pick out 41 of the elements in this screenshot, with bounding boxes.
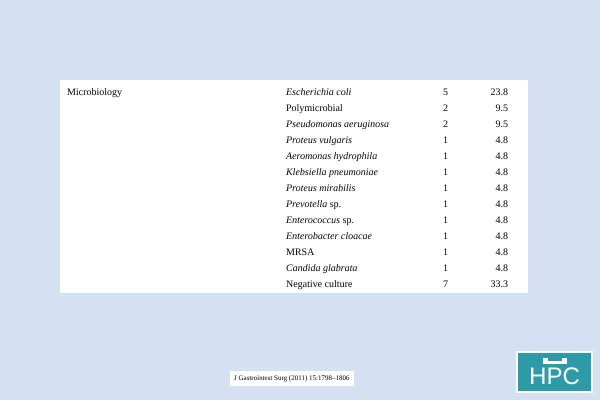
percent-cell-text: 9.5 xyxy=(494,118,508,132)
percent-cell-text: 4.8 xyxy=(494,214,508,228)
percent-cell-text: 4.8 xyxy=(494,198,508,212)
organism-cell-text: Candida glabrata xyxy=(286,262,358,276)
organism-cell-text: Polymicrobial xyxy=(286,102,344,116)
count-cell-text: 1 xyxy=(442,198,448,212)
count-cell-text: 1 xyxy=(442,150,448,164)
organism-cell-text: Proteus mirabilis xyxy=(286,182,356,196)
organism-cell-text: Escherichia coli xyxy=(286,86,352,100)
logo-text: HPC xyxy=(529,364,580,390)
organism-cell-text: Klebsiella pneumoniae xyxy=(286,166,379,180)
organism-cell-text: Enterobacter cloacae xyxy=(286,230,373,244)
count-cell-text: 7 xyxy=(442,278,448,292)
count-cell-text: 1 xyxy=(442,214,448,228)
count-cell-text: 2 xyxy=(442,102,448,116)
count-cell-text: 5 xyxy=(442,86,448,100)
count-cell-text: 1 xyxy=(442,262,448,276)
organism-cell-text: Enterococcus sp. xyxy=(286,214,355,228)
percent-cell-text: 4.8 xyxy=(494,134,508,148)
organism-cell-text: Negative culture xyxy=(286,278,354,292)
percent-cell-text: 9.5 xyxy=(494,102,508,116)
percent-cell-text: 4.8 xyxy=(494,166,508,180)
percent-cell-text: 4.8 xyxy=(494,262,508,276)
count-cell-text: 1 xyxy=(442,246,448,260)
count-cell-text: 1 xyxy=(442,134,448,148)
organism-cell-text: Pseudomonas aeruginosa xyxy=(286,118,390,132)
percent-cell-text: 4.8 xyxy=(494,182,508,196)
percent-cell-text: 4.8 xyxy=(494,246,508,260)
percent-cell-text: 4.8 xyxy=(494,230,508,244)
count-cell-text: 1 xyxy=(442,182,448,196)
percent-cell-text: 4.8 xyxy=(494,150,508,164)
percent-cell-text: 23.8 xyxy=(490,86,508,100)
organism-cell-text: Prevotella sp. xyxy=(286,198,342,212)
organism-cell-text: Proteus vulgaris xyxy=(286,134,354,148)
section-label: Microbiology xyxy=(66,86,123,100)
organism-cell-text: MRSA xyxy=(286,246,316,260)
count-cell-text: 2 xyxy=(442,118,448,132)
count-cell-text: 1 xyxy=(442,166,448,180)
count-cell-text: 1 xyxy=(442,230,448,244)
percent-cell-text: 33.3 xyxy=(490,278,508,292)
organism-cell-text: Aeromonas hydrophila xyxy=(286,150,378,164)
